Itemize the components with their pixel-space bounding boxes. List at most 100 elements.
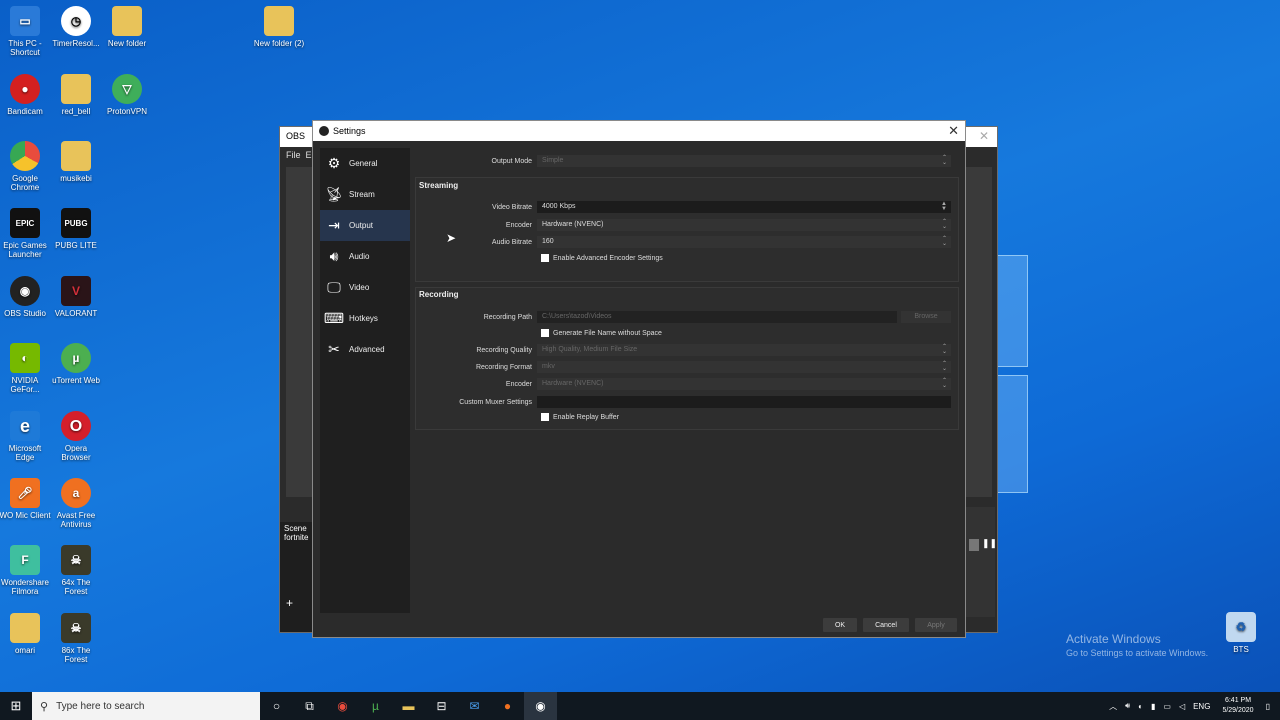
sidebar-item-stream[interactable]: 📡︎ Stream [320, 179, 410, 210]
activate-line1: Activate Windows [1066, 632, 1161, 646]
menu-file[interactable]: File [286, 150, 301, 160]
recording-path-label: Recording Path [483, 313, 532, 321]
filmora-icon: F [10, 545, 40, 575]
desktop-icon-protonvpn[interactable]: ▽ ProtonVPN [101, 74, 153, 116]
output-mode-label: Output Mode [491, 157, 532, 165]
notification-icon[interactable]: ▯ [1262, 702, 1280, 711]
muxer-row: Custom Muxer Settings [415, 396, 951, 408]
start-button[interactable]: ⊞ [0, 692, 32, 720]
scene-item[interactable]: fortnite [284, 533, 310, 542]
desktop-icon-epic-games[interactable]: EPIC Epic Games Launcher [0, 208, 51, 259]
microphone-icon[interactable]: ▮ [1147, 702, 1159, 711]
desktop-icon-86x-forest[interactable]: ☠ 86x The Forest [50, 613, 102, 664]
microphone-icon: 🎤︎ [10, 478, 40, 508]
add-scene-icon[interactable]: + [286, 596, 293, 610]
slider-handle[interactable] [969, 539, 979, 551]
taskbar-utorrent[interactable]: µ [359, 692, 392, 720]
advanced-encoder-checkbox[interactable]: Enable Advanced Encoder Settings [541, 254, 663, 262]
desktop-icon-new-folder[interactable]: New folder [101, 6, 153, 48]
close-icon[interactable]: ✕ [948, 123, 959, 139]
desktop-icon-bandicam[interactable]: ● Bandicam [0, 74, 51, 116]
recording-encoder-select[interactable]: Hardware (NVENC) ⌃ ⌄ [537, 378, 951, 390]
menu-edit[interactable]: E [306, 150, 312, 160]
pause-icon[interactable]: ❚❚ [982, 538, 997, 549]
close-icon[interactable]: ✕ [979, 129, 989, 143]
ok-button[interactable]: OK [823, 618, 857, 632]
recording-quality-select[interactable]: High Quality, Medium File Size ⌃ ⌄ [537, 344, 951, 356]
utorrent-icon: µ [372, 699, 379, 713]
scenes-header: Scene [284, 524, 307, 533]
folder-icon [112, 6, 142, 36]
no-space-checkbox[interactable]: Generate File Name without Space [541, 329, 662, 337]
replay-buffer-checkbox[interactable]: Enable Replay Buffer [541, 413, 619, 421]
desktop-icon-utorrent[interactable]: µ uTorrent Web [50, 343, 102, 385]
nvidia-tray-icon[interactable]: ◐ [1134, 702, 1147, 711]
audio-bitrate-select[interactable]: 160 ⌃ ⌄ [537, 236, 951, 248]
task-view-button[interactable]: ⧉ [293, 692, 326, 720]
cancel-button[interactable]: Cancel [863, 618, 909, 632]
forest-icon: ☠ [61, 545, 91, 575]
chevron-up-icon[interactable]: ︿ [1105, 701, 1121, 712]
chevron-updown-icon: ⌃ ⌄ [941, 361, 947, 372]
desktop-icon-recycle-bin[interactable]: ♻ BTS [1215, 612, 1267, 654]
desktop-icon-chrome[interactable]: Google Chrome [0, 141, 51, 192]
taskbar-mail[interactable]: ✉ [458, 692, 491, 720]
desktop-icon-new-folder-2[interactable]: New folder (2) [253, 6, 305, 48]
recording-format-select[interactable]: mkv ⌃ ⌄ [537, 361, 951, 373]
taskbar-file-explorer[interactable]: ▬ [392, 692, 425, 720]
desktop-icon-pubg-lite[interactable]: PUBG PUBG LITE [50, 208, 102, 250]
taskbar-chrome[interactable]: ◉ [326, 692, 359, 720]
edge-icon: e [10, 411, 40, 441]
chevron-updown-icon: ⌃ ⌄ [941, 236, 947, 247]
obs-icon: ◉ [10, 276, 40, 306]
output-mode-select[interactable]: Simple ⌃ ⌄ [537, 155, 951, 167]
desktop-icon-this-pc[interactable]: ▭ This PC - Shortcut [0, 6, 51, 57]
forest-icon: ☠ [61, 613, 91, 643]
speaker-icon[interactable]: ◁ [1175, 702, 1189, 711]
desktop-icon-opera[interactable]: O Opera Browser [50, 411, 102, 462]
desktop-icon-omari[interactable]: omari [0, 613, 51, 655]
replay-buffer-row: Enable Replay Buffer [541, 413, 619, 421]
video-bitrate-spinbox[interactable]: 4000 Kbps ▲ ▼ [537, 201, 951, 213]
recording-path-input[interactable]: C:\Users\tazod\Videos [537, 311, 897, 323]
desktop-icon-red-bell[interactable]: red_bell [50, 74, 102, 116]
desktop-icon-nvidia[interactable]: ◐ NVIDIA GeFor... [0, 343, 51, 394]
mouse-cursor-icon: ➤ [446, 231, 457, 245]
file-icon [10, 613, 40, 643]
sidebar-item-audio[interactable]: 🔊︎ Audio [320, 241, 410, 272]
taskbar-obs[interactable]: ◉ [524, 692, 557, 720]
pc-icon: ▭ [10, 6, 40, 36]
muxer-input[interactable] [537, 396, 951, 408]
desktop-icon-avast[interactable]: a Avast Free Antivirus [50, 478, 102, 529]
desktop-icon-timerresol[interactable]: ◷ TimerResol... [50, 6, 102, 48]
desktop-icon-obs-studio[interactable]: ◉ OBS Studio [0, 276, 51, 318]
spinner-arrows-icon[interactable]: ▲ ▼ [941, 201, 947, 212]
language-indicator[interactable]: ENG [1189, 702, 1214, 711]
streaming-title: Streaming [419, 181, 459, 190]
desktop-icon-wo-mic[interactable]: 🎤︎ WO Mic Client [0, 478, 51, 520]
taskbar-search[interactable]: ⚲ Type here to search [32, 692, 260, 720]
sidebar-item-general[interactable]: ⚙ General [320, 148, 410, 179]
volume-icon[interactable]: 🔊︎ [1121, 701, 1134, 711]
sidebar-item-hotkeys[interactable]: ⌨ Hotkeys [320, 303, 410, 334]
no-space-row: Generate File Name without Space [541, 329, 662, 337]
desktop-icon-64x-forest[interactable]: ☠ 64x The Forest [50, 545, 102, 596]
settings-titlebar: Settings ✕ [313, 121, 965, 141]
file-icon [61, 74, 91, 104]
browse-button[interactable]: Browse [901, 311, 951, 323]
encoder-select[interactable]: Hardware (NVENC) ⌃ ⌄ [537, 219, 951, 231]
apply-button[interactable]: Apply [915, 618, 957, 632]
clock-date: 5/29/2020 [1222, 707, 1254, 714]
desktop-icon-filmora[interactable]: F Wondershare Filmora [0, 545, 51, 596]
taskbar-store[interactable]: ⊟ [425, 692, 458, 720]
sidebar-item-video[interactable]: 🖵︎ Video [320, 272, 410, 303]
taskbar-wo-mic[interactable]: ● [491, 692, 524, 720]
clock[interactable]: 6:41 PM 5/29/2020 [1214, 696, 1261, 716]
desktop-icon-musikebi[interactable]: musikebi [50, 141, 102, 183]
sidebar-item-output[interactable]: ⇥ Output [320, 210, 410, 241]
desktop-icon-valorant[interactable]: V VALORANT [50, 276, 102, 318]
desktop-icon-edge[interactable]: e Microsoft Edge [0, 411, 51, 462]
cortana-button[interactable]: ○ [260, 692, 293, 720]
network-icon[interactable]: ▭ [1159, 702, 1175, 711]
sidebar-item-advanced[interactable]: ✂ Advanced [320, 334, 410, 365]
